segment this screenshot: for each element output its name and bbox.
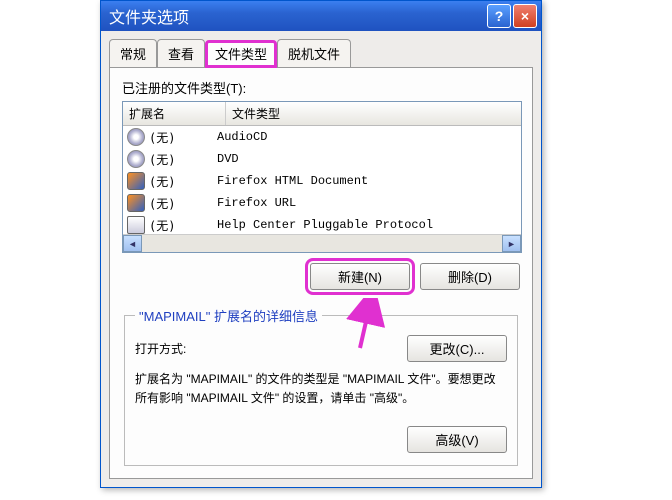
column-extension[interactable]: 扩展名 — [123, 102, 226, 125]
scroll-left-icon[interactable]: ◄ — [123, 235, 142, 252]
list-body: (无) AudioCD (无) DVD (无) Firefox HTML Doc… — [123, 126, 521, 234]
horizontal-scrollbar[interactable]: ◄ ► — [123, 234, 521, 252]
list-item[interactable]: (无) Firefox URL — [123, 192, 521, 214]
close-button[interactable]: × — [513, 4, 537, 28]
advanced-row: 高级(V) — [135, 426, 507, 453]
list-item[interactable]: (无) AudioCD — [123, 126, 521, 148]
list-item[interactable]: (无) Help Center Pluggable Protocol — [123, 214, 521, 234]
disc-icon — [127, 150, 145, 168]
firefox-icon — [127, 194, 145, 212]
disc-icon — [127, 128, 145, 146]
change-button[interactable]: 更改(C)... — [407, 335, 507, 362]
row-type: Firefox URL — [217, 196, 517, 210]
tab-pane: 已注册的文件类型(T): 扩展名 文件类型 (无) AudioCD (无) DV… — [109, 67, 533, 479]
details-description: 扩展名为 "MAPIMAIL" 的文件的类型是 "MAPIMAIL 文件"。要想… — [135, 370, 507, 408]
row-ext: (无) — [149, 173, 217, 190]
new-button[interactable]: 新建(N) — [310, 263, 410, 290]
column-filetype[interactable]: 文件类型 — [226, 102, 521, 125]
list-item[interactable]: (无) Firefox HTML Document — [123, 170, 521, 192]
row-ext: (无) — [149, 129, 217, 146]
tab-view[interactable]: 查看 — [157, 39, 205, 67]
list-button-row: 新建(N) 删除(D) — [122, 263, 520, 290]
firefox-icon — [127, 172, 145, 190]
close-icon: × — [521, 8, 529, 24]
titlebar: 文件夹选项 ? × — [101, 1, 541, 31]
open-with-row: 打开方式: 更改(C)... — [135, 335, 507, 362]
help-file-icon — [127, 216, 145, 234]
window-title: 文件夹选项 — [105, 4, 485, 28]
details-legend: "MAPIMAIL" 扩展名的详细信息 — [135, 306, 322, 325]
tab-strip: 常规 查看 文件类型 脱机文件 — [101, 31, 541, 67]
help-icon: ? — [495, 8, 504, 24]
row-type: AudioCD — [217, 130, 517, 144]
tab-filetypes[interactable]: 文件类型 — [205, 40, 277, 68]
row-type: Help Center Pluggable Protocol — [217, 218, 517, 232]
open-with-label: 打开方式: — [135, 340, 186, 357]
tab-general[interactable]: 常规 — [109, 39, 157, 67]
list-item[interactable]: (无) DVD — [123, 148, 521, 170]
help-button[interactable]: ? — [487, 4, 511, 28]
row-ext: (无) — [149, 195, 217, 212]
scroll-right-icon[interactable]: ► — [502, 235, 521, 252]
details-groupbox: "MAPIMAIL" 扩展名的详细信息 打开方式: 更改(C)... 扩展名为 … — [124, 306, 518, 466]
row-ext: (无) — [149, 217, 217, 234]
tab-offline[interactable]: 脱机文件 — [277, 39, 351, 67]
advanced-button[interactable]: 高级(V) — [407, 426, 507, 453]
list-header: 扩展名 文件类型 — [123, 102, 521, 126]
folder-options-dialog: 文件夹选项 ? × 常规 查看 文件类型 脱机文件 已注册的文件类型(T): 扩… — [100, 0, 542, 488]
row-ext: (无) — [149, 151, 217, 168]
delete-button[interactable]: 删除(D) — [420, 263, 520, 290]
row-type: DVD — [217, 152, 517, 166]
registered-types-label: 已注册的文件类型(T): — [122, 78, 520, 97]
filetype-listbox[interactable]: 扩展名 文件类型 (无) AudioCD (无) DVD (无) Firefox — [122, 101, 522, 253]
row-type: Firefox HTML Document — [217, 174, 517, 188]
